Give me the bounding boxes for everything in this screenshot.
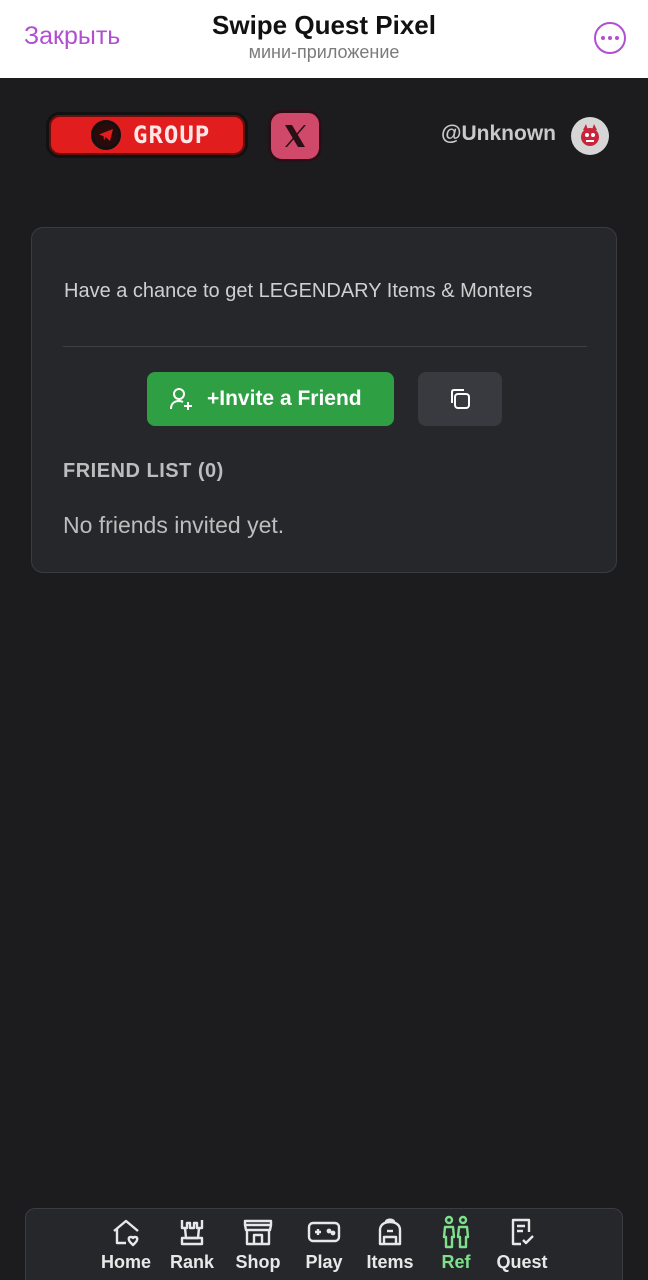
nav-item-shop[interactable]: Shop (223, 1215, 293, 1273)
copy-icon (451, 389, 470, 409)
gamepad-icon (307, 1215, 341, 1249)
divider (63, 346, 587, 347)
monster-avatar-icon (581, 124, 599, 146)
username: @Unknown (441, 122, 556, 145)
backpack-icon (375, 1215, 405, 1249)
invite-label: +Invite a Friend (207, 387, 362, 410)
promo-text: Have a chance to get LEGENDARY Items & M… (64, 280, 533, 302)
store-icon (242, 1215, 274, 1249)
telegram-header: Закрыть Swipe Quest Pixel мини-приложени… (0, 0, 648, 78)
invite-friend-button[interactable]: +Invite a Friend (147, 372, 394, 426)
nav-item-rank[interactable]: Rank (157, 1215, 227, 1273)
copy-link-button[interactable] (418, 372, 502, 426)
nav-item-items[interactable]: Items (355, 1215, 425, 1273)
home-icon (110, 1215, 142, 1249)
nav-item-quest[interactable]: Quest (487, 1215, 557, 1273)
checklist-icon (507, 1215, 537, 1249)
friend-list-title: FRIEND LIST (0) (63, 460, 224, 482)
telegram-icon (91, 120, 121, 150)
app-subtitle: мини-приложение (248, 42, 400, 62)
x-twitter-button[interactable] (268, 110, 322, 162)
people-icon (440, 1215, 472, 1249)
avatar[interactable] (571, 117, 609, 155)
ellipsis-circle-icon (601, 36, 605, 40)
crown-icon (177, 1215, 207, 1249)
group-label: GROUP (133, 121, 211, 149)
bottom-nav: Home Rank Shop Play Items Ref Quest (25, 1208, 623, 1280)
nav-item-play[interactable]: Play (289, 1215, 359, 1273)
more-options-button[interactable] (594, 22, 626, 54)
add-user-icon (169, 386, 193, 412)
empty-friends-text: No friends invited yet. (63, 512, 285, 538)
nav-item-ref[interactable]: Ref (421, 1215, 491, 1273)
telegram-group-button[interactable]: GROUP (46, 112, 248, 158)
referral-card: Have a chance to get LEGENDARY Items & M… (31, 227, 617, 573)
nav-item-home[interactable]: Home (91, 1215, 161, 1273)
x-logo-icon (285, 125, 306, 147)
app-title: Swipe Quest Pixel (212, 10, 436, 40)
